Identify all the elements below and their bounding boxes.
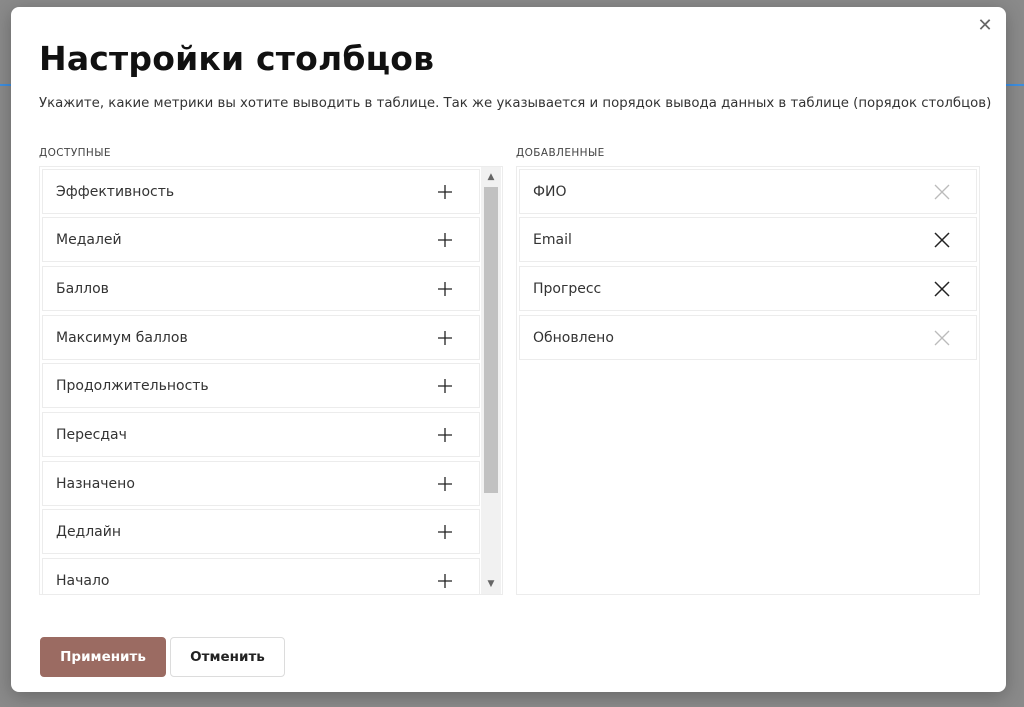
close-icon[interactable]: ✕ (976, 17, 994, 35)
plus-icon[interactable] (433, 374, 457, 398)
added-item: Email (519, 217, 977, 262)
available-list[interactable]: Эффективность Медалей Баллов Максимум ба… (39, 166, 503, 595)
available-item-label: Медалей (56, 232, 122, 248)
available-item: Продолжительность (42, 363, 480, 408)
available-item-label: Эффективность (56, 184, 175, 200)
added-item: Прогресс (519, 266, 977, 311)
x-icon[interactable] (930, 277, 954, 301)
plus-icon[interactable] (433, 180, 457, 204)
available-item-label: Продолжительность (56, 378, 209, 394)
scrollbar-thumb[interactable] (484, 187, 498, 493)
added-item-label: ФИО (533, 184, 567, 200)
added-item-label: Прогресс (533, 281, 602, 297)
added-list[interactable]: ФИО Email Прогресс Обновлено (516, 166, 980, 595)
column-settings-dialog: ✕ Настройки столбцов Укажите, какие метр… (11, 7, 1006, 692)
background-chart-line (1006, 84, 1024, 86)
added-heading: ДОБАВЛЕННЫЕ (516, 147, 605, 159)
plus-icon[interactable] (433, 326, 457, 350)
available-item: Максимум баллов (42, 315, 480, 360)
plus-icon[interactable] (433, 277, 457, 301)
added-item: Обновлено (519, 315, 977, 360)
available-item: Медалей (42, 217, 480, 262)
available-item: Эффективность (42, 169, 480, 214)
available-item-label: Назначено (56, 476, 135, 492)
x-icon (930, 180, 954, 204)
scroll-down-icon[interactable]: ▼ (481, 576, 501, 592)
available-item-label: Максимум баллов (56, 330, 188, 346)
scrollbar[interactable]: ▲ ▼ (481, 167, 501, 594)
x-icon (930, 326, 954, 350)
available-item: Дедлайн (42, 509, 480, 554)
added-item-label: Обновлено (533, 330, 614, 346)
available-item: Начало (42, 558, 480, 594)
plus-icon[interactable] (433, 569, 457, 593)
dialog-title: Настройки столбцов (39, 39, 435, 78)
added-item-label: Email (533, 232, 572, 248)
plus-icon[interactable] (433, 228, 457, 252)
x-icon[interactable] (930, 228, 954, 252)
plus-icon[interactable] (433, 472, 457, 496)
available-item-label: Начало (56, 573, 110, 589)
background-chart-line (0, 84, 11, 86)
available-item: Баллов (42, 266, 480, 311)
available-item-label: Баллов (56, 281, 109, 297)
available-item-label: Пересдач (56, 427, 127, 443)
dialog-description: Укажите, какие метрики вы хотите выводит… (39, 96, 992, 111)
apply-button[interactable]: Применить (40, 637, 166, 677)
available-heading: ДОСТУПНЫЕ (39, 147, 111, 159)
plus-icon[interactable] (433, 520, 457, 544)
added-item: ФИО (519, 169, 977, 214)
available-item: Пересдач (42, 412, 480, 457)
cancel-button[interactable]: Отменить (170, 637, 285, 677)
scroll-up-icon[interactable]: ▲ (481, 169, 501, 185)
available-item: Назначено (42, 461, 480, 506)
plus-icon[interactable] (433, 423, 457, 447)
available-item-label: Дедлайн (56, 524, 122, 540)
